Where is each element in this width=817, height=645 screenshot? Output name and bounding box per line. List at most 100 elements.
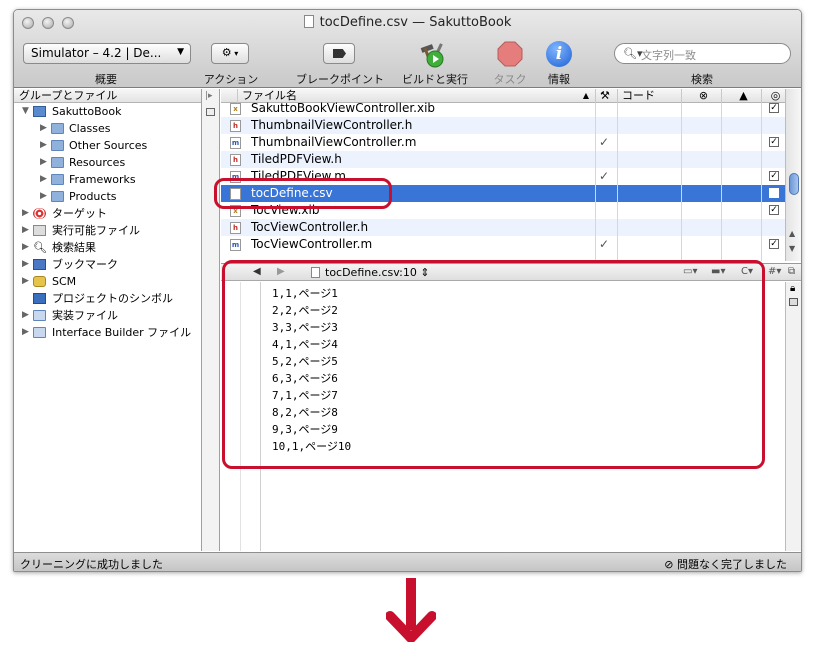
built-checkmark-icon: ✓ xyxy=(599,237,610,251)
folder-icon xyxy=(51,191,64,202)
breakpoints-label: ブレークポイント xyxy=(296,73,384,86)
disclosure-closed-icon[interactable]: ▶ xyxy=(40,137,47,154)
sidebar-item-classes[interactable]: ▶ Classes xyxy=(14,120,201,137)
disclosure-closed-icon[interactable]: ▶ xyxy=(40,188,47,205)
code-line: 6,3,ページ6 xyxy=(272,372,338,385)
file-row[interactable]: m ThumbnailViewController.m ✓ ✓ xyxy=(221,134,785,151)
forward-arrow-icon[interactable]: ▶ xyxy=(277,266,285,277)
scheme-popup[interactable]: Simulator – 4.2 | De... ▼ xyxy=(23,43,191,64)
popup-arrow-icon: ▼ xyxy=(177,47,184,57)
detail-view-icon[interactable] xyxy=(206,108,215,116)
sidebar-item-frameworks[interactable]: ▶ Frameworks xyxy=(14,171,201,188)
success-icon: ⊘ xyxy=(664,558,677,571)
file-row[interactable]: tocDefine.csv ✓ xyxy=(221,185,785,202)
file-name: TocViewController.h xyxy=(251,220,369,234)
sidebar-item-bookmarks[interactable]: ▶ ブックマーク xyxy=(14,256,201,273)
sidebar-item-products[interactable]: ▶ Products xyxy=(14,188,201,205)
file-name: tocDefine.csv xyxy=(251,186,333,200)
disclosure-closed-icon[interactable]: ▶ xyxy=(40,120,47,137)
source-file-icon: m xyxy=(230,171,241,183)
editor-gutter[interactable] xyxy=(221,282,261,551)
target-membership-checkbox[interactable]: ✓ xyxy=(769,188,779,198)
build-and-run-icon[interactable] xyxy=(418,40,452,68)
file-row[interactable]: h TiledPDFView.h xyxy=(221,151,785,168)
sidebar-item-other-sources[interactable]: ▶ Other Sources xyxy=(14,137,201,154)
disclosure-closed-icon[interactable]: ▶ xyxy=(22,239,29,256)
target-membership-checkbox[interactable]: ✓ xyxy=(769,103,779,113)
sidebar-item-targets[interactable]: ▶ ターゲット xyxy=(14,205,201,222)
search-field[interactable]: 🔍︎▾ 文字列一致 xyxy=(614,43,791,64)
code-line: 9,3,ページ9 xyxy=(272,423,338,436)
folder-icon xyxy=(51,123,64,134)
file-path-popup[interactable]: tocDefine.csv:10 ⇕ xyxy=(311,266,430,279)
sidebar-item-executables[interactable]: ▶ 実行可能ファイル xyxy=(14,222,201,239)
scroll-up-arrow-icon[interactable]: ▲ xyxy=(789,229,795,238)
popup-arrow-icon: ▾ xyxy=(231,49,239,58)
bookmarks-menu-icon[interactable]: ▭▾ xyxy=(683,266,697,277)
action-button[interactable]: ⚙ ▾ xyxy=(211,43,249,64)
back-arrow-icon[interactable]: ◀ xyxy=(253,266,261,277)
target-membership-checkbox[interactable]: ✓ xyxy=(769,205,779,215)
xib-file-icon: x xyxy=(230,205,241,217)
scrollbar-thumb[interactable] xyxy=(789,173,799,195)
disclosure-closed-icon[interactable]: ▶ xyxy=(22,324,29,341)
disclosure-closed-icon[interactable]: ▶ xyxy=(22,222,29,239)
build-status[interactable]: ⊘ 問題なく完了しました xyxy=(664,556,787,571)
sidebar-item-resources[interactable]: ▶ Resources xyxy=(14,154,201,171)
file-row[interactable]: x SakuttoBookViewController.xib ✓ xyxy=(221,100,785,117)
executable-icon xyxy=(33,225,46,236)
file-row[interactable]: m TiledPDFView.m ✓ ✓ xyxy=(221,168,785,185)
code-editor[interactable]: 1,1,ページ1 2,2,ページ2 3,3,ページ3 4,1,ページ4 5,2,ページ5… xyxy=(221,282,785,551)
file-row[interactable]: h ThumbnailViewController.h xyxy=(221,117,785,134)
sidebar-item-project[interactable]: ▼ SakuttoBook xyxy=(14,103,201,120)
built-checkmark-icon: ✓ xyxy=(599,135,610,149)
sidebar-item-find-results[interactable]: ▶ 🔍︎ 検索結果 xyxy=(14,239,201,256)
source-file-icon: m xyxy=(230,137,241,149)
sidebar-item-interface-builder-files[interactable]: ▶ Interface Builder ファイル xyxy=(14,324,201,341)
disclosure-closed-icon[interactable]: ▶ xyxy=(22,205,29,222)
sidebar-item-project-symbols[interactable]: プロジェクトのシンボル xyxy=(14,290,201,307)
info-label: 情報 xyxy=(548,73,570,86)
smart-folder-icon xyxy=(33,310,46,321)
file-list: ファイル名 ▲ ⚒ コード ⊗ ▲ ◎ x SakuttoBookViewCont… xyxy=(221,89,801,261)
breakpoint-flag-icon xyxy=(333,49,346,58)
status-message: クリーニングに成功しました xyxy=(20,558,163,571)
file-list-scrollbar[interactable]: ▲ ▼ xyxy=(785,89,801,261)
built-checkmark-icon: ✓ xyxy=(599,169,610,183)
code-line: 10,1,ページ10 xyxy=(272,440,352,453)
file-row[interactable]: h TocViewController.h xyxy=(221,219,785,236)
sidebar-divider-strip[interactable]: |▸ xyxy=(202,89,220,551)
split-editor-icon[interactable] xyxy=(789,298,798,306)
sidebar-item-scm[interactable]: ▶ SCM xyxy=(14,273,201,290)
file-row[interactable]: x TocView.xib ✓ xyxy=(221,202,785,219)
split-view-icon[interactable]: |▸ xyxy=(205,91,213,101)
code-line: 2,2,ページ2 xyxy=(272,304,338,317)
breakpoints-menu-icon[interactable]: ▬▾ xyxy=(711,266,725,277)
scroll-down-arrow-icon[interactable]: ▼ xyxy=(789,244,795,253)
disclosure-closed-icon[interactable]: ▶ xyxy=(22,307,29,324)
disclosure-open-icon[interactable]: ▼ xyxy=(22,103,29,120)
file-name: TiledPDFView.m xyxy=(251,169,346,183)
column-divider xyxy=(721,103,722,261)
xib-file-icon: x xyxy=(230,103,241,115)
class-menu-icon[interactable]: C▾ xyxy=(741,266,753,277)
status-bar: クリーニングに成功しました ⊘ 問題なく完了しました xyxy=(14,552,801,571)
disclosure-closed-icon[interactable]: ▶ xyxy=(22,256,29,273)
groups-header[interactable]: グループとファイル xyxy=(14,89,201,103)
folder-icon xyxy=(51,140,64,151)
stop-tasks-icon[interactable] xyxy=(497,41,523,67)
lock-icon[interactable]: 🔒︎ xyxy=(790,283,795,294)
target-membership-checkbox[interactable]: ✓ xyxy=(769,239,779,249)
target-membership-checkbox[interactable]: ✓ xyxy=(769,137,779,147)
disclosure-closed-icon[interactable]: ▶ xyxy=(22,273,29,290)
sidebar-item-implementation-files[interactable]: ▶ 実装ファイル xyxy=(14,307,201,324)
info-icon[interactable]: i xyxy=(546,41,572,67)
target-membership-checkbox[interactable]: ✓ xyxy=(769,171,779,181)
disclosure-closed-icon[interactable]: ▶ xyxy=(40,171,47,188)
disclosure-closed-icon[interactable]: ▶ xyxy=(40,154,47,171)
counterpart-icon[interactable]: ⧉ xyxy=(788,266,795,277)
breakpoints-button[interactable] xyxy=(323,43,355,64)
scm-database-icon xyxy=(33,276,46,287)
includes-menu-icon[interactable]: #▾ xyxy=(768,266,781,277)
file-row[interactable]: m TocViewController.m ✓ ✓ xyxy=(221,236,785,253)
